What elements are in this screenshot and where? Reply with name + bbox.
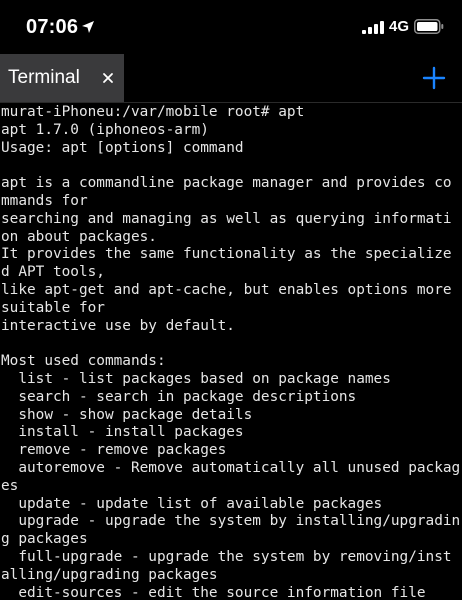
tab-bar: Terminal: [0, 54, 462, 103]
terminal-line: g packages: [1, 531, 88, 548]
close-icon[interactable]: [101, 71, 115, 85]
terminal-line: suitable for: [1, 299, 105, 316]
terminal-line: murat-iPhoneu:/var/mobile root# apt: [1, 104, 305, 120]
terminal-line: alling/upgrading packages: [1, 566, 218, 583]
network-type-label: 4G: [389, 18, 410, 35]
terminal-line: apt 1.7.0 (iphoneos-arm): [1, 121, 209, 138]
tab-terminal-label: Terminal: [8, 67, 80, 88]
terminal-line: mmands for: [1, 192, 88, 209]
terminal-line: autoremove - Remove automatically all un…: [1, 459, 461, 476]
terminal-line: interactive use by default.: [1, 317, 235, 334]
terminal-view[interactable]: murat-iPhoneu:/var/mobile root# apt apt 1…: [0, 104, 462, 600]
terminal-line: searching and managing as well as queryi…: [1, 210, 452, 227]
cellular-signal-icon: [362, 21, 384, 34]
terminal-line: update - update list of available packag…: [1, 495, 383, 512]
terminal-line: install - install packages: [1, 424, 244, 441]
terminal-line: It provides the same functionality as th…: [1, 246, 452, 263]
terminal-line: upgrade - upgrade the system by installi…: [1, 513, 461, 530]
battery-icon: [414, 19, 444, 34]
location-arrow-icon: [81, 20, 95, 34]
phone-screen: 07:06 4G Terminal murat-iPhoneu:/var/mob…: [0, 0, 462, 600]
terminal-line: on about packages.: [1, 228, 157, 245]
terminal-line: edit-sources - edit the source informati…: [1, 584, 426, 600]
terminal-line: d APT tools,: [1, 264, 105, 281]
terminal-line: search - search in package descriptions: [1, 388, 357, 405]
terminal-line: es: [1, 477, 19, 494]
terminal-line: apt is a commandline package manager and…: [1, 175, 452, 192]
terminal-line: like apt-get and apt-cache, but enables …: [1, 281, 452, 298]
tab-terminal[interactable]: Terminal: [0, 54, 124, 102]
terminal-output: murat-iPhoneu:/var/mobile root# apt apt 1…: [0, 104, 462, 600]
status-bar: 07:06 4G: [0, 0, 462, 52]
terminal-line: Most used commands:: [1, 353, 166, 370]
plus-icon[interactable]: [422, 66, 446, 90]
terminal-line: full-upgrade - upgrade the system by rem…: [1, 548, 452, 565]
terminal-line: remove - remove packages: [1, 442, 227, 459]
terminal-line: Usage: apt [options] command: [1, 139, 244, 156]
status-time: 07:06: [26, 16, 79, 38]
terminal-line: list - list packages based on package na…: [1, 370, 391, 387]
terminal-line: show - show package details: [1, 406, 253, 423]
